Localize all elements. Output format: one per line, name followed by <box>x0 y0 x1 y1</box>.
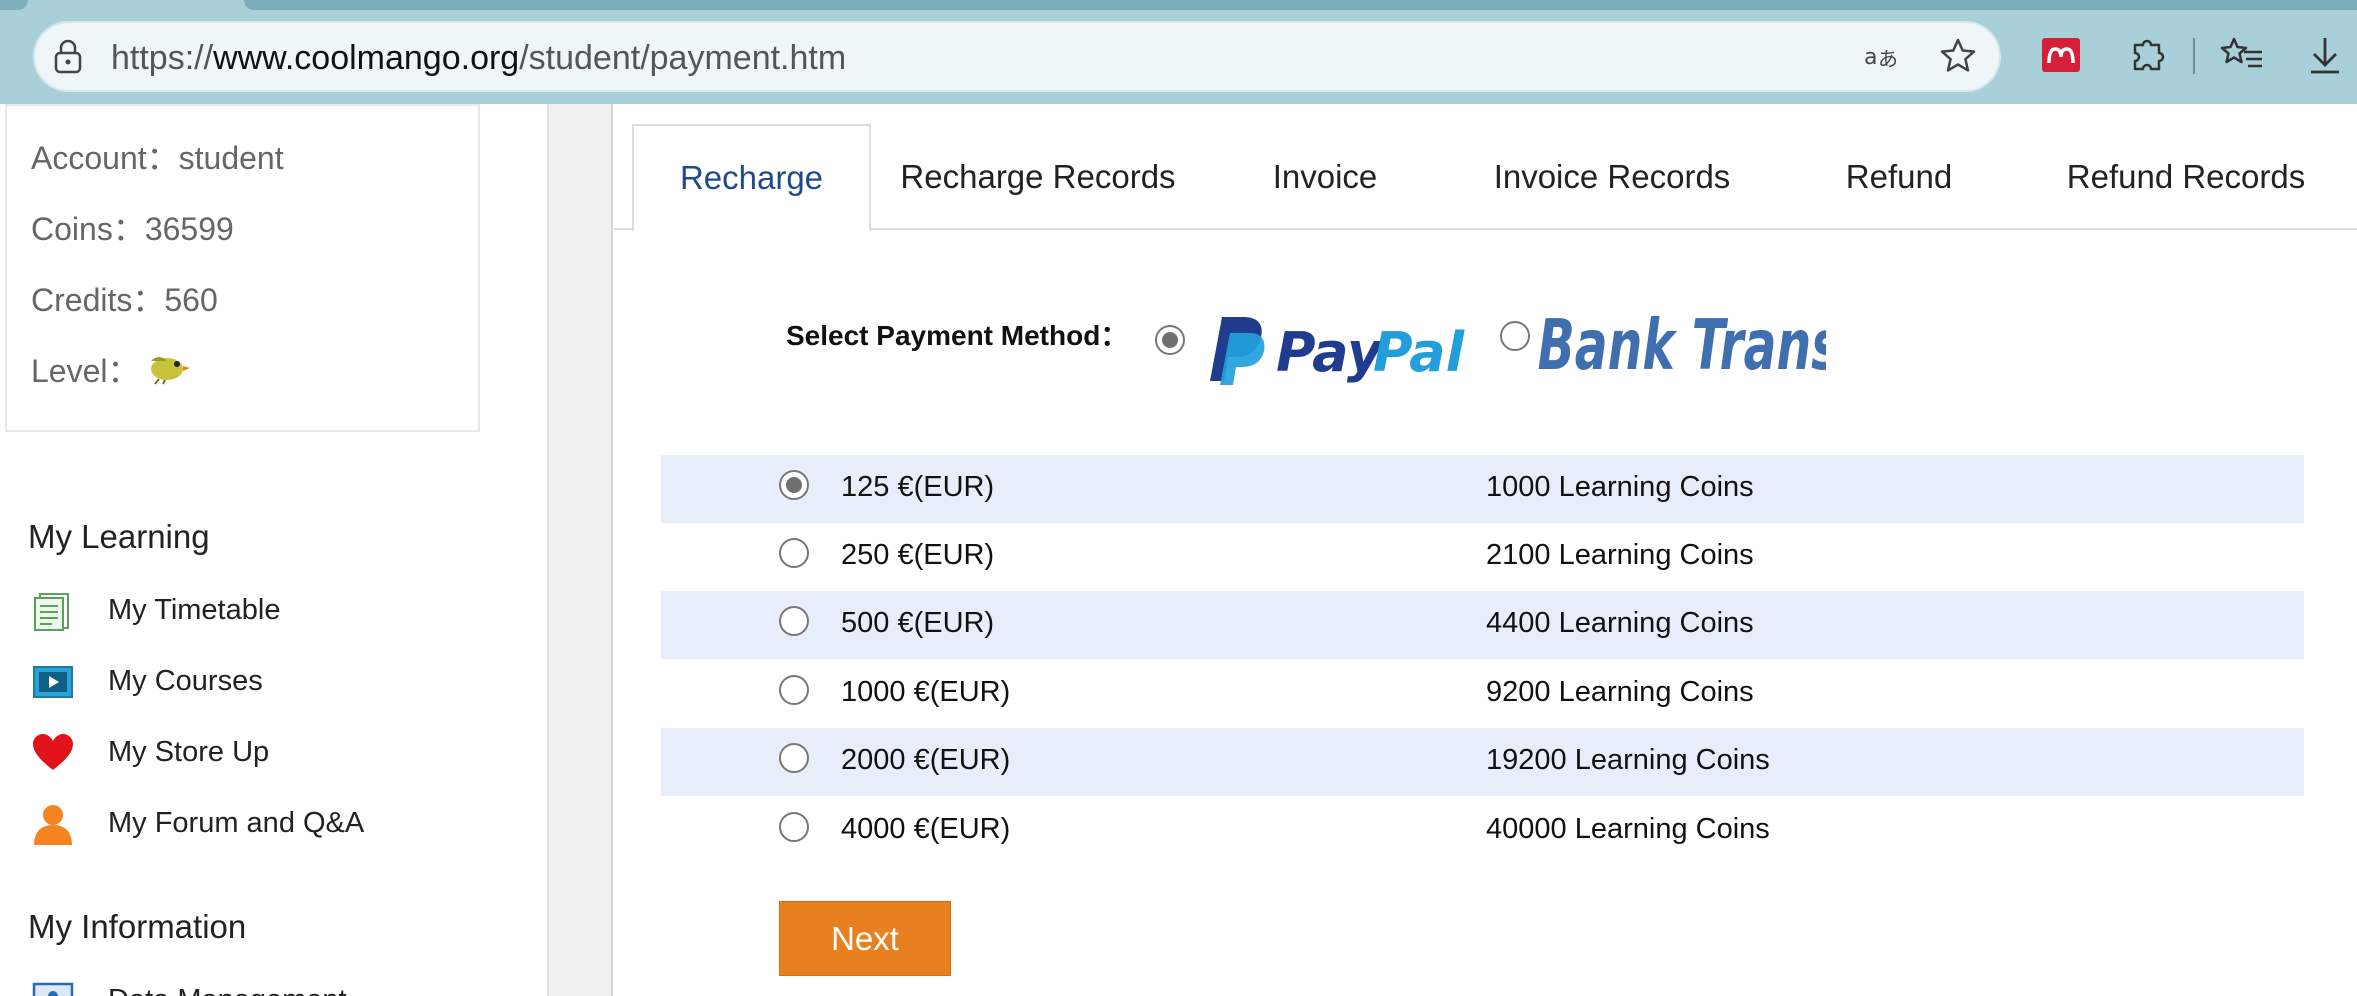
extensions-puzzle-icon[interactable] <box>2125 33 2169 77</box>
option-radio[interactable] <box>779 743 809 773</box>
download-icon[interactable] <box>2303 33 2347 77</box>
tab-recharge-records[interactable]: Recharge Records <box>871 124 1205 230</box>
svg-text:Bank Transfer: Bank Transfer <box>1538 309 1826 386</box>
tab-recharge[interactable]: Recharge <box>632 124 871 232</box>
option-price: 500 €(EUR) <box>841 607 995 639</box>
coins-text: Coins：36599 <box>31 211 234 247</box>
option-coins: 1000 Learning Coins <box>1486 471 1754 503</box>
recharge-option-row[interactable]: 125 €(EUR) 1000 Learning Coins <box>661 455 2304 523</box>
tab-bar: Recharge Recharge Records Invoice Invoic… <box>614 124 2357 232</box>
favorite-star-icon[interactable] <box>1938 36 1978 76</box>
next-button[interactable]: Next <box>779 901 951 976</box>
tab-invoice[interactable]: Invoice <box>1205 124 1445 230</box>
tab-strip-left <box>0 0 28 10</box>
toolbar-divider <box>2193 38 2195 74</box>
option-price: 125 €(EUR) <box>841 471 995 503</box>
level-text: Level： <box>31 353 140 389</box>
lock-icon[interactable] <box>50 38 86 76</box>
tab-strip <box>244 0 2357 10</box>
paypal-radio[interactable] <box>1155 325 1185 355</box>
browser-toolbar: https://www.coolmango.org/student/paymen… <box>0 0 2357 104</box>
bank-transfer-logo[interactable]: Bank Transfer <box>1536 309 1826 391</box>
recharge-option-row[interactable]: 1000 €(EUR) 9200 Learning Coins <box>661 660 2304 728</box>
tab-invoice-records[interactable]: Invoice Records <box>1445 124 1779 230</box>
nav-my-forum[interactable]: My Forum and Q&A <box>30 797 470 857</box>
option-coins: 40000 Learning Coins <box>1486 813 1770 845</box>
recharge-option-row[interactable]: 2000 €(EUR) 19200 Learning Coins <box>661 728 2304 796</box>
recharge-option-row[interactable]: 250 €(EUR) 2100 Learning Coins <box>661 523 2304 591</box>
option-radio[interactable] <box>779 538 809 568</box>
recharge-option-row[interactable]: 4000 €(EUR) 40000 Learning Coins <box>661 797 2304 865</box>
page-content: Account：student Coins：36599 Credits：560 … <box>0 104 2357 996</box>
tab-refund-records[interactable]: Refund Records <box>2019 124 2353 230</box>
bank-transfer-radio[interactable] <box>1500 321 1530 351</box>
svg-text:Pay: Pay <box>1276 321 1385 384</box>
nav-my-courses[interactable]: My Courses <box>30 655 470 715</box>
timetable-icon <box>34 593 69 631</box>
url-path: /student/payment.htm <box>519 39 847 77</box>
option-radio[interactable] <box>779 812 809 842</box>
nav-label: My Store Up <box>108 736 270 768</box>
translate-icon[interactable]: a あ <box>1862 36 1902 76</box>
svg-text:Pal: Pal <box>1373 321 1466 384</box>
favorites-list-icon[interactable] <box>2220 33 2264 77</box>
sidebar-gutter <box>547 104 613 996</box>
nav-label: My Timetable <box>108 594 281 626</box>
nav-label: Data Management <box>108 982 347 996</box>
nav-my-store-up[interactable]: My Store Up <box>30 726 470 786</box>
url-domain: www.coolmango.org <box>213 39 520 77</box>
level-bird-icon <box>151 357 190 385</box>
option-radio[interactable] <box>779 470 809 500</box>
paypal-logo[interactable]: Pay Pal <box>1198 309 1473 389</box>
option-radio[interactable] <box>779 606 809 636</box>
nav-label: My Courses <box>108 665 263 697</box>
option-price: 1000 €(EUR) <box>841 676 1011 708</box>
recharge-option-row[interactable]: 500 €(EUR) 4400 Learning Coins <box>661 591 2304 659</box>
option-coins: 4400 Learning Coins <box>1486 607 1754 639</box>
courses-icon <box>33 666 73 698</box>
profile-card: Account：student Coins：36599 Credits：560 … <box>5 104 480 432</box>
option-radio[interactable] <box>779 675 809 705</box>
option-coins: 19200 Learning Coins <box>1486 744 1770 776</box>
id-card-icon <box>32 982 74 996</box>
my-information-title: My Information <box>28 908 247 945</box>
svg-text:あ: あ <box>1878 47 1898 71</box>
option-coins: 2100 Learning Coins <box>1486 539 1754 571</box>
payment-method-label: Select Payment Method： <box>786 320 1129 351</box>
credits-text: Credits：560 <box>31 282 218 318</box>
option-price: 4000 €(EUR) <box>841 813 1011 845</box>
nav-label: My Forum and Q&A <box>108 807 365 839</box>
mendeley-extension-icon[interactable] <box>2039 33 2083 77</box>
account-text: Account：student <box>31 140 284 176</box>
url-text[interactable]: https://www.coolmango.org/student/paymen… <box>111 34 846 82</box>
nav-data-management[interactable]: Data Management <box>30 974 470 996</box>
option-price: 250 €(EUR) <box>841 539 995 571</box>
person-icon <box>34 805 72 845</box>
heart-icon <box>33 734 73 770</box>
svg-text:a: a <box>1864 45 1877 70</box>
url-scheme: https:// <box>111 39 214 77</box>
tab-refund[interactable]: Refund <box>1779 124 2019 230</box>
my-learning-title: My Learning <box>28 518 210 555</box>
nav-my-timetable[interactable]: My Timetable <box>30 584 470 644</box>
option-coins: 9200 Learning Coins <box>1486 676 1754 708</box>
option-price: 2000 €(EUR) <box>841 744 1011 776</box>
